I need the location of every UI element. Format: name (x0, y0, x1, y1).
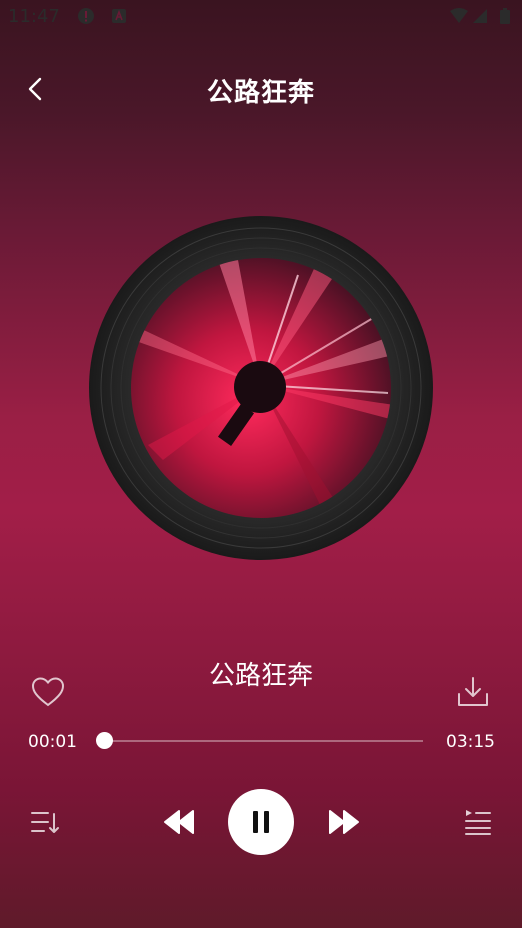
battery-icon (500, 8, 510, 24)
album-art (89, 216, 433, 560)
download-icon[interactable] (456, 676, 490, 708)
status-bar: 11:47 (0, 0, 522, 34)
alert-icon (78, 8, 94, 24)
app-notification-icon (112, 9, 126, 23)
progress-track[interactable] (101, 740, 423, 742)
queue-list-icon[interactable] (464, 808, 492, 836)
vinyl-disc (88, 215, 434, 561)
total-time: 03:15 (446, 732, 495, 752)
pause-button[interactable] (228, 789, 294, 855)
rewind-icon[interactable] (162, 807, 196, 837)
progress-thumb[interactable] (96, 732, 114, 749)
current-time: 00:01 (28, 732, 77, 752)
song-title: 公路狂奔 (208, 661, 313, 691)
heart-outline-icon[interactable] (30, 674, 66, 710)
page-title: 公路狂奔 (206, 78, 315, 108)
wifi-icon (450, 8, 468, 23)
playlist-sort-icon[interactable] (30, 810, 60, 836)
signal-icon (473, 9, 487, 23)
title-bar: 公路狂奔 (0, 64, 522, 114)
fast-forward-icon[interactable] (327, 807, 361, 837)
status-time: 11:47 (8, 6, 60, 27)
